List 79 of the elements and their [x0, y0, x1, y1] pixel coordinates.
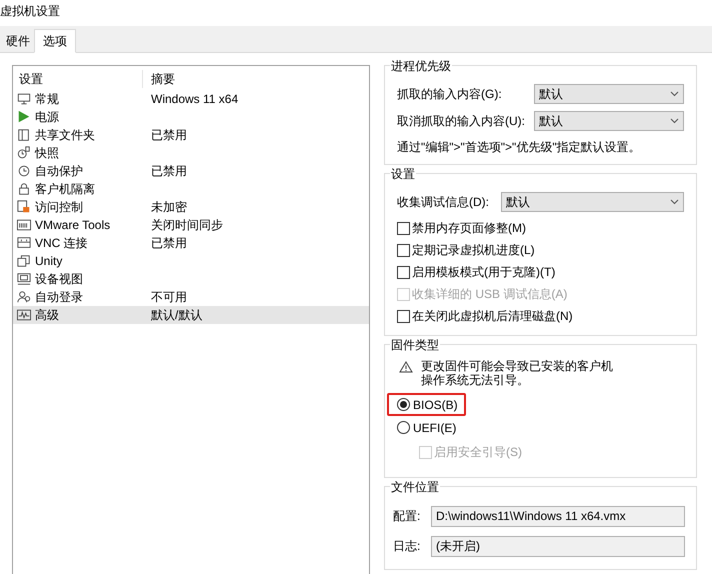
warning-text: 更改固件可能会导致已安装的客户机 [421, 359, 613, 373]
list-row[interactable]: 共享文件夹 已禁用 [13, 126, 369, 144]
checkbox[interactable] [397, 266, 410, 278]
setting-name: 访问控制 [35, 199, 83, 216]
setting-summary: 已禁用 [151, 127, 187, 144]
setting-summary: 默认/默认 [151, 307, 202, 324]
list-row[interactable]: 自动保护 已禁用 [13, 162, 369, 180]
column-header[interactable]: 摘要 [143, 70, 175, 88]
setting-name: 自动保护 [35, 163, 83, 180]
list-row[interactable]: 快照 [13, 144, 369, 162]
display-icon [17, 272, 31, 286]
dropdown[interactable]: 默认 [501, 192, 684, 212]
waveform-icon [17, 308, 31, 322]
list-row[interactable]: 电源 [13, 108, 369, 126]
list-row[interactable]: 访问控制 未加密 [13, 198, 369, 216]
field-label: 收集调试信息(D): [397, 194, 489, 210]
hint-text: 通过"编辑">"首选项">"优先级"指定默认设置。 [397, 139, 642, 156]
list-row[interactable]: VMware Tools 关闭时间同步 [13, 216, 369, 234]
setting-name: 快照 [35, 145, 59, 162]
window-title: 虚拟机设置 [0, 3, 60, 20]
setting-summary: Windows 11 x64 [151, 91, 238, 108]
setting-name: 电源 [35, 109, 59, 126]
setting-name: 设备视图 [35, 271, 83, 288]
field-label: 取消抓取的输入内容(U): [397, 112, 525, 130]
setting-summary: 未加密 [151, 199, 187, 216]
list-row[interactable]: 自动登录 不可用 [13, 288, 369, 306]
checkbox-label: 在关闭此虚拟机后清理磁盘(N) [412, 308, 573, 325]
checkbox-label: 启用模板模式(用于克隆)(T) [412, 264, 556, 281]
checkbox[interactable] [397, 244, 410, 256]
setting-name: VMware Tools [35, 217, 110, 234]
list-row[interactable]: 常规 Windows 11 x64 [13, 90, 369, 108]
checkbox-label: 定期记录虚拟机进度(L) [412, 242, 535, 259]
play-icon [17, 110, 31, 124]
checkbox-label: 启用安全引导(S) [434, 444, 522, 461]
setting-summary: 不可用 [151, 289, 187, 306]
column-header[interactable]: 设置 [13, 70, 143, 88]
radio-label: BIOS(B) [413, 396, 458, 414]
setting-summary: 已禁用 [151, 163, 187, 180]
field-label: 配置: [393, 508, 422, 525]
setting-name: 高级 [35, 307, 59, 324]
setting-name: VNC 连接 [35, 235, 88, 252]
field-label: 抓取的输入内容(G): [397, 86, 502, 102]
chevron-down-icon [670, 118, 679, 124]
setting-name: Unity [35, 253, 62, 270]
monitor-icon [17, 92, 31, 106]
chevron-down-icon [670, 198, 679, 204]
chevron-down-icon [670, 90, 679, 96]
setting-name: 自动登录 [35, 289, 83, 306]
list-row[interactable]: VNC 连接 已禁用 [13, 234, 369, 252]
warning-text: 操作系统无法引导。 [421, 373, 529, 387]
text-field[interactable]: (未开启) [431, 536, 685, 556]
user-icon [17, 290, 31, 304]
setting-name: 常规 [35, 91, 59, 108]
checkbox-label: 收集详细的 USB 调试信息(A) [412, 286, 568, 303]
group-title: 进程优先级 [390, 57, 452, 75]
setting-summary: 关闭时间同步 [151, 217, 223, 234]
clock-icon [17, 146, 31, 160]
radio-button[interactable] [397, 398, 410, 411]
group-title: 文件位置 [390, 478, 440, 496]
radio-button[interactable] [397, 421, 410, 434]
radio-label: UEFI(E) [413, 420, 456, 436]
group-title: 固件类型 [390, 336, 440, 354]
dropdown[interactable]: 默认 [534, 110, 684, 130]
setting-name: 共享文件夹 [35, 127, 95, 144]
list-row[interactable]: 客户机隔离 [13, 180, 369, 198]
checkbox[interactable] [397, 222, 410, 234]
setting-summary: 已禁用 [151, 235, 187, 252]
list-row[interactable]: 高级 默认/默认 [13, 306, 369, 324]
dropdown[interactable]: 默认 [534, 84, 684, 104]
clock-icon [17, 164, 31, 178]
warning-icon [399, 361, 413, 373]
tab[interactable]: 选项 [34, 29, 76, 53]
text-field[interactable]: D:\windows11\Windows 11 x64.vmx [431, 506, 685, 526]
list-row[interactable]: 设备视图 [13, 270, 369, 288]
field-label: 日志: [393, 538, 422, 555]
setting-name: 客户机隔离 [35, 181, 95, 198]
checkbox[interactable] [397, 310, 410, 322]
checkbox-label: 禁用内存页面修整(M) [412, 220, 526, 237]
list-row[interactable]: Unity [13, 252, 369, 270]
